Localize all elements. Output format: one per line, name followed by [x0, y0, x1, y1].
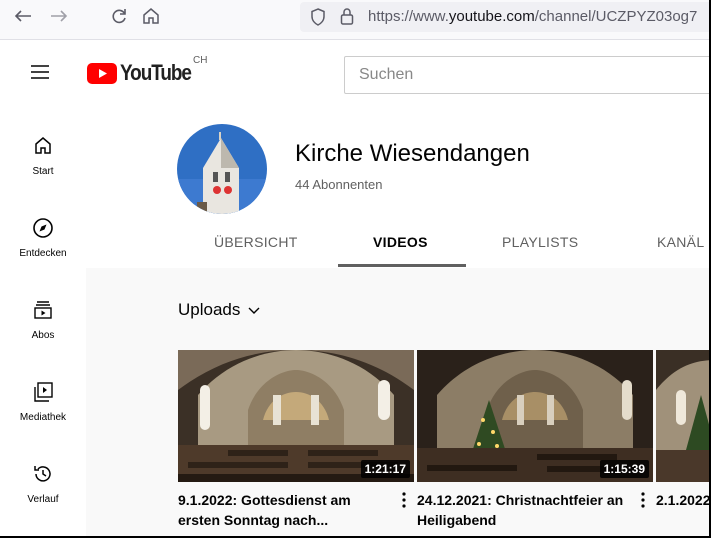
forward-button[interactable] [44, 4, 74, 28]
guide-item-mediathek[interactable]: Mediathek [0, 368, 86, 442]
browser-toolbar: https://www.youtube.com/channel/UCZPYZ03… [0, 0, 709, 40]
search-input[interactable]: Suchen [344, 56, 709, 94]
page: https://www.youtube.com/channel/UCZPYZ03… [0, 0, 711, 538]
search-placeholder: Suchen [359, 66, 414, 83]
guide-label: Mediathek [19, 412, 67, 423]
forward-arrow-icon [51, 10, 68, 22]
uploads-label: Uploads [178, 300, 241, 319]
video-duration: 1:21:17 [360, 460, 410, 478]
channel-title: Kirche Wiesendangen [295, 140, 530, 167]
reload-button[interactable] [104, 4, 134, 28]
history-icon [34, 466, 51, 482]
hamburger-icon [31, 65, 49, 79]
uploads-sort-dropdown[interactable]: Uploads [178, 300, 262, 320]
guide-label: Abos [31, 330, 55, 341]
guide-item-abos[interactable]: Abos [0, 286, 86, 360]
country-code: CH [193, 55, 208, 66]
subscriptions-icon [34, 301, 52, 319]
channel-header: Kirche Wiesendangen 44 Abonnenten ÜBERSI… [86, 104, 709, 268]
shield-icon[interactable] [310, 8, 326, 26]
video-title[interactable]: 24.12.2021: Christnachtfeier an Heiligab… [417, 490, 627, 530]
guide-label: Entdecken [19, 248, 67, 259]
youtube-logo[interactable]: YouTube CH [87, 55, 207, 85]
video-thumbnail[interactable]: 1:21:17 [178, 350, 414, 482]
library-icon [34, 382, 53, 402]
active-tab-indicator [338, 264, 466, 267]
logo-text: YouTube [120, 60, 192, 85]
chevron-down-icon [248, 307, 260, 314]
tab-channels[interactable]: KANÄL [657, 234, 704, 250]
guide-item-start[interactable]: Start [0, 122, 86, 196]
guide-item-entdecken[interactable]: Entdecken [0, 204, 86, 278]
back-arrow-icon [14, 10, 31, 22]
guide-menu-button[interactable] [28, 60, 52, 84]
lock-icon[interactable] [340, 7, 354, 25]
video-title[interactable]: 9.1.2022: Gottesdienst am ersten Sonntag… [178, 490, 388, 530]
url-bar[interactable]: https://www.youtube.com/channel/UCZPYZ03… [300, 2, 709, 32]
url-text: https://www.youtube.com/channel/UCZPYZ03… [368, 8, 698, 25]
tab-overview[interactable]: ÜBERSICHT [214, 234, 298, 250]
compass-icon [33, 218, 53, 238]
home-icon [35, 137, 51, 154]
more-vert-icon[interactable] [635, 490, 651, 510]
subscriber-count: 44 Abonnenten [295, 177, 383, 192]
guide-label: Verlauf [27, 494, 59, 505]
youtube-header: YouTube CH Suchen [0, 40, 709, 104]
video-thumbnail[interactable] [656, 350, 709, 482]
tab-playlists[interactable]: PLAYLISTS [502, 234, 578, 250]
church-tower-image [177, 124, 267, 214]
mini-guide: Start Entdecken Abos Mediathek Verlauf [0, 104, 86, 536]
reload-icon [112, 9, 126, 24]
channel-avatar[interactable] [177, 124, 267, 214]
church-christmas-image [656, 350, 709, 482]
back-button[interactable] [8, 4, 38, 28]
video-duration: 1:15:39 [599, 460, 649, 478]
tab-videos[interactable]: VIDEOS [373, 234, 428, 250]
browser-home-icon [143, 8, 159, 24]
home-button[interactable] [136, 4, 166, 28]
guide-label: Start [32, 166, 54, 177]
more-vert-icon[interactable] [396, 490, 412, 510]
video-thumbnail[interactable]: 1:15:39 [417, 350, 653, 482]
youtube-play-icon [87, 62, 117, 84]
guide-item-verlauf[interactable]: Verlauf [0, 450, 86, 524]
video-title[interactable]: 2.1.2022 Sonntag [656, 490, 709, 510]
videos-grid: Uploads 1:21:17 9.1.2022: Gottesdienst a… [86, 268, 709, 536]
